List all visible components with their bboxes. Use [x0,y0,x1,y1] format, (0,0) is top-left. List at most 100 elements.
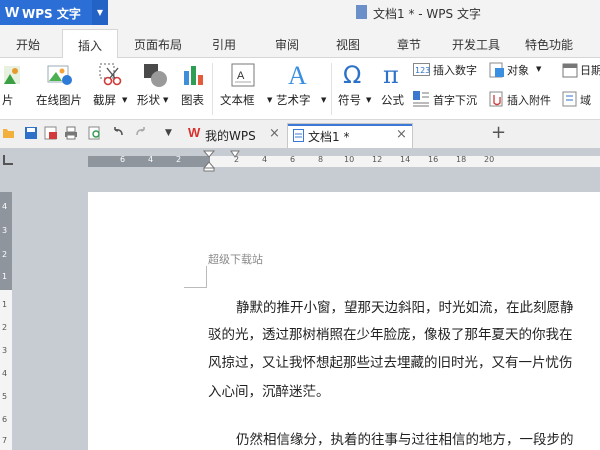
attachment-icon[interactable] [489,91,505,107]
ruler-tick: 10 [344,155,355,164]
object-button[interactable]: 对象 [507,62,529,78]
textbox-dropdown-icon[interactable]: ▼ [267,96,272,104]
field-button[interactable]: 域 [580,92,591,108]
insert-attachment-button[interactable]: 插入附件 [507,92,551,108]
textbox-button[interactable]: 文本框 [220,92,255,108]
picture-icon[interactable] [4,64,22,86]
quick-access-bar: ▼ W 我的WPS × 文档1 * × + [0,120,600,149]
close-tab-icon[interactable]: × [269,126,280,141]
tab-review[interactable]: 审阅 [275,36,299,53]
app-menu-dropdown-icon[interactable]: ▼ [92,0,108,25]
ruler-tick: 2 [2,323,8,332]
paragraph-line[interactable]: 风掠过，又让我怀想起那些过去埋藏的旧时光，又有一片忧伤 [208,351,573,371]
dropcap-icon[interactable] [413,91,429,107]
wordart-icon[interactable]: A [286,60,312,88]
tab-references[interactable]: 引用 [212,36,236,53]
save-icon[interactable] [24,126,38,140]
document-page[interactable] [88,192,600,450]
textbox-icon[interactable]: A [231,63,255,87]
symbol-dropdown-icon[interactable]: ▼ [366,96,371,104]
picture-label[interactable]: 片 [2,92,14,108]
wps-logo-icon: W [5,4,20,21]
new-tab-plus-icon[interactable]: + [491,122,506,143]
formula-button[interactable]: 公式 [381,92,404,108]
page-header-text[interactable]: 超级下载站 [208,251,263,267]
ruler-tick: 14 [400,155,411,164]
online-picture-button[interactable]: 在线图片 [36,92,82,108]
ruler-text-area: 2 4 6 8 10 12 14 16 18 20 [210,155,600,167]
wordart-button[interactable]: 艺术字 [276,92,311,108]
tab-stop-icon[interactable] [3,155,13,165]
screenshot-dropdown-icon[interactable]: ▼ [122,96,127,104]
ruler-tick: 7 [2,436,8,445]
app-menu-button[interactable]: W WPS 文字 [0,0,92,25]
tab-home[interactable]: 开始 [16,36,40,53]
tab-view[interactable]: 视图 [336,36,360,53]
tab-special[interactable]: 特色功能 [525,36,573,53]
paragraph-line[interactable]: 驳的光，透过那树梢照在少年脸庞，像极了那年夏天的你我在 [208,323,573,343]
date-icon[interactable] [562,62,578,78]
date-button[interactable]: 日期 [580,62,600,78]
scissors-icon[interactable] [98,62,124,88]
shape-dropdown-icon[interactable]: ▼ [163,96,168,104]
quick-access-dropdown-icon[interactable]: ▼ [165,128,172,138]
ruler-tick: 1 [2,300,8,309]
undo-icon[interactable] [111,126,125,140]
wps-brand-icon: W [188,125,201,140]
dropcap-button[interactable]: 首字下沉 [433,92,477,108]
svg-text:Ω: Ω [343,61,361,88]
tab-page-layout[interactable]: 页面布局 [134,36,182,53]
first-line-indent-icon[interactable] [230,150,240,158]
ruler-tick: 6 [120,155,126,164]
redo-icon[interactable] [134,126,148,140]
wordart-dropdown-icon[interactable]: ▼ [321,96,326,104]
window-title: 文档1 * - WPS 文字 [373,7,481,21]
ruler-tick: 4 [2,369,8,378]
export-pdf-icon[interactable] [44,126,58,140]
indent-marker-icon[interactable] [203,150,215,172]
doc-tab-my-wps-label: 我的WPS [205,129,256,143]
symbol-button[interactable]: 符号 [338,92,361,108]
ruler-tick: 6 [2,415,8,424]
app-name: WPS 文字 [22,7,81,21]
doc-tab-document1[interactable]: 文档1 * × [287,123,413,148]
ribbon: 片 在线图片 截屏 ▼ 形状 ▼ 图表 A 文本框 ▼ A 艺术字 ▼ Ω 符号… [0,58,600,120]
ruler-tick: 12 [372,155,383,164]
svg-text:A: A [288,61,307,88]
tab-developer[interactable]: 开发工具 [452,36,500,53]
ruler-tick: 4 [262,155,268,164]
ruler-tick: 3 [2,346,8,355]
pi-formula-icon[interactable]: π [382,60,408,88]
ruler-tick: 1 [2,272,8,281]
chart-button[interactable]: 图表 [181,92,204,108]
chart-icon[interactable] [182,63,206,87]
margin-corner-mark [184,287,207,288]
close-tab-icon[interactable]: × [396,127,407,142]
ruler-tick: 6 [290,155,296,164]
svg-text:π: π [383,61,399,88]
paragraph-line[interactable]: 入心间，沉醉迷茫。 [208,380,330,400]
omega-symbol-icon[interactable]: Ω [342,60,368,88]
field-icon[interactable] [562,91,578,107]
insert-number-icon[interactable]: 123 [413,63,430,76]
object-icon[interactable] [489,62,505,78]
online-picture-icon[interactable] [47,63,73,87]
shape-icon[interactable] [142,62,168,88]
open-folder-icon[interactable] [2,126,16,140]
object-dropdown-icon[interactable]: ▼ [536,65,541,73]
ruler-tick: 2 [176,155,182,164]
ribbon-separator [212,63,213,115]
insert-number-button[interactable]: 插入数字 [433,62,477,78]
tab-insert[interactable]: 插入 [62,29,118,58]
doc-tab-my-wps[interactable]: W 我的WPS × [183,123,286,147]
print-preview-icon[interactable] [88,126,102,140]
ruler-tick: 4 [2,202,8,211]
paragraph-line[interactable]: 静默的推开小窗，望那天边斜阳，时光如流，在此刻愿静 [236,296,574,316]
tab-section[interactable]: 章节 [397,36,421,53]
paragraph-line[interactable]: 仍然相信缘分，执着的往事与过往相信的地方，一段步的 [236,428,574,448]
screenshot-button[interactable]: 截屏 [93,92,116,108]
print-icon[interactable] [64,126,78,140]
shape-button[interactable]: 形状 [137,92,160,108]
document-icon [293,129,304,142]
ruler-tick: 18 [456,155,467,164]
